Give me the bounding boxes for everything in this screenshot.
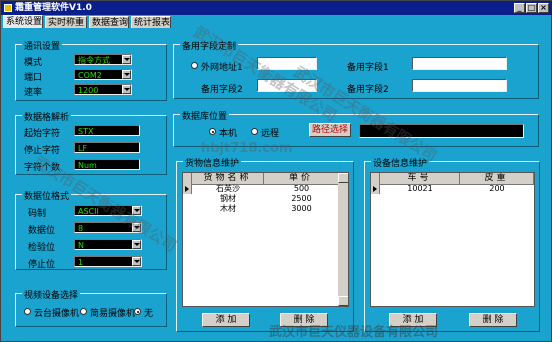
devices-header-plate[interactable]: 车号 bbox=[380, 173, 460, 184]
goods-scrollbar[interactable] bbox=[338, 173, 348, 306]
baud-value: 1200 bbox=[78, 86, 99, 95]
goods-panel: 货物信息维护 货物名称 单价 石英沙 500 钢材 2500 木材 3000 添… bbox=[176, 156, 354, 332]
tab-data-query[interactable]: 数据查询 bbox=[89, 16, 129, 28]
parity-value: N bbox=[78, 241, 84, 250]
goods-name-cell: 石英沙 bbox=[216, 184, 240, 193]
goods-price-cell: 500 bbox=[293, 184, 310, 193]
char-count-input[interactable]: Num bbox=[74, 159, 140, 170]
start-char-input[interactable]: STX bbox=[74, 125, 140, 136]
goods-header-name[interactable]: 货物名称 bbox=[192, 173, 264, 184]
tab-realtime-weighing[interactable]: 实时称重 bbox=[45, 16, 87, 28]
footer-watermark: 武汉市巨天仪器设备有限公司 bbox=[269, 325, 439, 340]
goods-price-cell: 3000 bbox=[291, 204, 312, 213]
tab-statistics-report[interactable]: 统计报表 bbox=[131, 16, 171, 28]
window-title: 霜重管理软件V1.0 bbox=[15, 3, 92, 13]
custom-field-4-input[interactable] bbox=[412, 79, 507, 92]
comm-settings-panel: 通讯设置 模式 指令方式 端口 COM2 速率 1200 bbox=[15, 39, 167, 101]
custom-field-2-label: 备用字段2 bbox=[201, 85, 243, 95]
table-row[interactable]: 木材 3000 bbox=[183, 204, 339, 214]
custom-field-3-input[interactable] bbox=[412, 57, 507, 70]
data-format-title: 数据格解析 bbox=[22, 110, 72, 123]
parity-select[interactable]: N bbox=[74, 239, 142, 250]
db-local-label: 本机 bbox=[219, 129, 238, 139]
stopbits-label: 停止位 bbox=[28, 260, 56, 270]
goods-name-cell: 木材 bbox=[220, 204, 236, 213]
goods-title: 货物信息维护 bbox=[183, 156, 242, 169]
goods-add-button[interactable]: 添 加 bbox=[202, 313, 250, 327]
device-tare-cell: 200 bbox=[489, 184, 505, 193]
chevron-down-icon[interactable] bbox=[122, 85, 131, 94]
port-label: 端口 bbox=[24, 73, 43, 83]
video-option-none-radio[interactable] bbox=[134, 308, 141, 315]
mode-value: 指令方式 bbox=[78, 56, 110, 65]
port-value: COM2 bbox=[78, 71, 102, 80]
devices-header-tare[interactable]: 皮重 bbox=[460, 173, 534, 184]
comm-settings-title: 通讯设置 bbox=[22, 39, 63, 52]
chevron-down-icon[interactable] bbox=[132, 240, 141, 249]
video-option-simple-label: 简易摄像机 bbox=[90, 309, 136, 319]
maximize-button[interactable]: □ bbox=[526, 3, 537, 13]
start-char-label: 起始字符 bbox=[24, 129, 61, 139]
video-option-ptz-label: 云台摄像机 bbox=[34, 309, 80, 319]
baud-label: 速率 bbox=[24, 88, 43, 98]
close-button[interactable]: × bbox=[538, 3, 549, 13]
chevron-down-icon[interactable] bbox=[132, 257, 141, 266]
tab-system-settings[interactable]: 系统设置 bbox=[3, 15, 43, 28]
chevron-down-icon[interactable] bbox=[122, 55, 131, 64]
app-window: 霜重管理软件V1.0 _ □ × 系统设置 实时称重 数据查询 统计报表 通讯设… bbox=[0, 0, 552, 342]
video-option-simple-radio[interactable] bbox=[80, 308, 87, 315]
video-device-panel: 视频设备选择 云台摄像机 简易摄像机 无 bbox=[15, 288, 167, 327]
devices-panel: 设备信息维护 车号 皮重 10021 200 添 加 删 除 bbox=[364, 156, 540, 332]
custom-field-radio[interactable] bbox=[191, 62, 198, 69]
devices-grid[interactable]: 车号 皮重 10021 200 bbox=[370, 172, 535, 307]
video-device-title: 视频设备选择 bbox=[22, 288, 81, 301]
watermark-text: hbjt718.com bbox=[201, 141, 293, 156]
table-row[interactable]: 钢材 2500 bbox=[183, 194, 339, 204]
video-option-ptz-radio[interactable] bbox=[24, 308, 31, 315]
parity-label: 检验位 bbox=[28, 243, 56, 253]
table-row[interactable]: 石英沙 500 bbox=[183, 184, 339, 194]
chevron-down-icon[interactable] bbox=[122, 70, 131, 79]
scroll-up-icon[interactable] bbox=[338, 173, 348, 183]
stopbits-value: 1 bbox=[78, 258, 84, 267]
goods-header-indicator bbox=[183, 173, 192, 184]
video-option-none-label: 无 bbox=[144, 309, 154, 319]
databits-value: 8 bbox=[78, 224, 84, 233]
device-plate-cell: 10021 bbox=[407, 184, 433, 193]
databits-label: 数据位 bbox=[28, 226, 56, 236]
app-icon bbox=[4, 4, 12, 12]
baud-select[interactable]: 1200 bbox=[74, 84, 132, 95]
bit-format-title: 数据位格式 bbox=[22, 189, 72, 202]
code-label: 码制 bbox=[28, 209, 47, 219]
devices-header-indicator bbox=[371, 173, 380, 184]
table-row[interactable]: 10021 200 bbox=[371, 184, 534, 194]
goods-price-cell: 2500 bbox=[291, 194, 312, 203]
mode-select[interactable]: 指令方式 bbox=[74, 54, 132, 65]
custom-field-3-label: 备用字段1 bbox=[347, 63, 389, 73]
port-select[interactable]: COM2 bbox=[74, 69, 132, 80]
db-location-title: 数据库位置 bbox=[180, 109, 230, 122]
db-remote-label: 远程 bbox=[261, 129, 280, 139]
minimize-button[interactable]: _ bbox=[514, 3, 525, 13]
stopbits-select[interactable]: 1 bbox=[74, 256, 142, 267]
db-remote-radio[interactable] bbox=[251, 128, 258, 135]
goods-header-price[interactable]: 单价 bbox=[264, 173, 339, 184]
scroll-down-icon[interactable] bbox=[338, 296, 348, 306]
devices-delete-button[interactable]: 删 除 bbox=[469, 313, 517, 327]
stop-char-input[interactable]: LF bbox=[74, 142, 140, 153]
mode-label: 模式 bbox=[24, 58, 43, 68]
db-local-radio[interactable] bbox=[209, 128, 216, 135]
goods-grid[interactable]: 货物名称 单价 石英沙 500 钢材 2500 木材 3000 bbox=[182, 172, 349, 307]
goods-name-cell: 钢材 bbox=[220, 194, 236, 203]
title-bar: 霜重管理软件V1.0 _ □ × bbox=[1, 1, 552, 15]
